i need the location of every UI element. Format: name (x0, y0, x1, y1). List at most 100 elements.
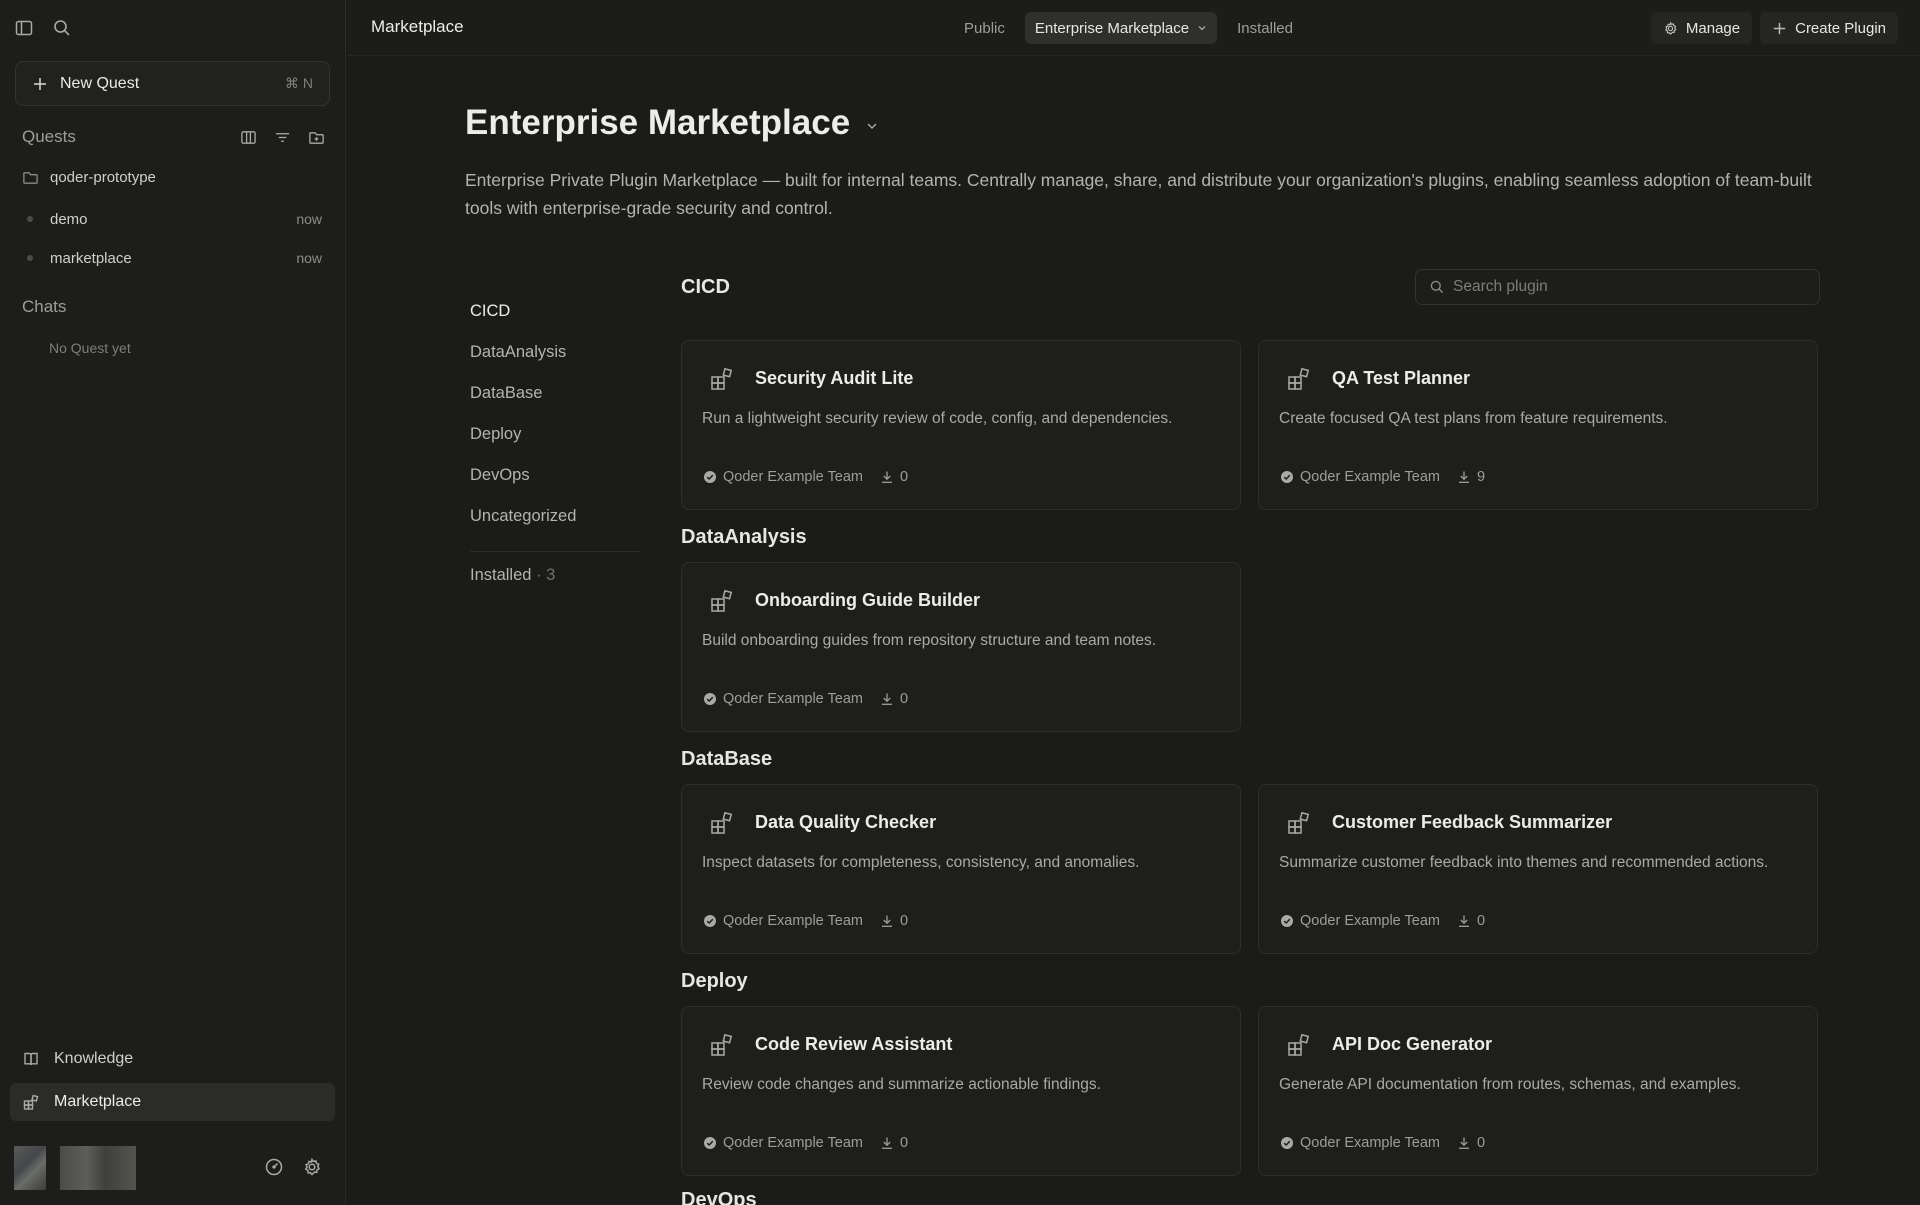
gear-icon[interactable] (300, 1155, 324, 1179)
user-name-blurred (60, 1146, 136, 1190)
plugin-description: Inspect datasets for completeness, consi… (702, 854, 1140, 871)
category-dataanalysis[interactable]: DataAnalysis (470, 332, 640, 373)
plugin-downloads: 9 (1476, 469, 1486, 485)
installed-count: · 3 (536, 566, 556, 584)
plugin-icon (1288, 811, 1310, 834)
plugin-description: Run a lightweight security review of cod… (702, 410, 1173, 427)
plugin-downloads: 0 (899, 913, 909, 929)
chevron-down-icon (867, 123, 877, 129)
tab-enterprise-marketplace[interactable]: Enterprise Marketplace (1024, 12, 1218, 44)
plugin-downloads: 0 (899, 1135, 909, 1151)
quests-heading: Quests (22, 127, 76, 146)
create-plugin-button[interactable]: Create Plugin (1760, 12, 1898, 44)
verified-badge-icon (704, 915, 716, 927)
section-heading-database: DataBase (681, 748, 773, 770)
app-window: New Quest ⌘ N Quests qoder-prototype dem… (0, 0, 1920, 1205)
plugin-card[interactable]: QA Test Planner Create focused QA test p… (1258, 340, 1818, 510)
toggle-sidebar-icon[interactable] (12, 16, 36, 40)
quest-item-demo[interactable]: demo now (22, 207, 322, 231)
plugin-card[interactable]: Security Audit Lite Run a lightweight se… (681, 340, 1241, 510)
category-uncategorized[interactable]: Uncategorized (470, 496, 640, 537)
plugin-icon (711, 589, 733, 612)
marketplace-tabs: Public Enterprise Marketplace Installed (954, 12, 1303, 44)
quest-folder-qoder-prototype[interactable]: qoder-prototype (22, 165, 322, 189)
download-icon (881, 471, 892, 483)
category-devops[interactable]: DevOps (470, 455, 640, 496)
search-plugin-field[interactable] (1415, 269, 1820, 305)
manage-button[interactable]: Manage (1650, 12, 1753, 44)
category-database[interactable]: DataBase (470, 373, 640, 414)
quest-label: demo (50, 210, 88, 228)
plugin-title: Data Quality Checker (755, 812, 937, 832)
main-content: Marketplace Public Enterprise Marketplac… (347, 0, 1920, 1205)
avatar[interactable] (14, 1146, 46, 1190)
speedometer-icon[interactable] (262, 1155, 286, 1179)
plugin-title: Security Audit Lite (755, 368, 914, 388)
manage-label: Manage (1685, 19, 1741, 37)
section-heading-dataanalysis: DataAnalysis (681, 526, 807, 548)
book-icon (24, 1052, 38, 1066)
plugin-downloads: 0 (899, 469, 909, 485)
search-icon (1430, 280, 1444, 294)
plugin-author: Qoder Example Team (723, 691, 863, 707)
category-deploy[interactable]: Deploy (470, 414, 640, 455)
plugin-author: Qoder Example Team (1300, 469, 1440, 485)
folder-icon (23, 171, 38, 184)
page-title[interactable]: Enterprise Marketplace (465, 103, 878, 143)
section-heading-devops: DevOps (681, 1189, 757, 1205)
plus-icon (34, 77, 46, 90)
plugin-card[interactable]: Code Review Assistant Review code change… (681, 1006, 1241, 1176)
new-quest-shortcut: ⌘ N (285, 75, 313, 91)
section-heading-deploy: Deploy (681, 970, 748, 992)
sidebar: New Quest ⌘ N Quests qoder-prototype dem… (0, 0, 346, 1205)
plugin-author: Qoder Example Team (723, 1135, 863, 1151)
verified-badge-icon (1281, 471, 1293, 483)
plugin-description: Review code changes and summarize action… (702, 1076, 1101, 1093)
new-quest-button[interactable]: New Quest ⌘ N (15, 61, 330, 106)
search-input[interactable] (1453, 278, 1793, 296)
plugin-title: Onboarding Guide Builder (755, 590, 980, 610)
new-quest-label: New Quest (60, 74, 140, 92)
plugin-card[interactable]: Customer Feedback Summarizer Summarize c… (1258, 784, 1818, 954)
grid-plugin-icon (23, 1094, 39, 1110)
quest-item-marketplace[interactable]: marketplace now (22, 246, 322, 270)
quest-label: qoder-prototype (50, 168, 156, 186)
tab-public[interactable]: Public (954, 12, 1015, 44)
plugin-downloads: 0 (1476, 1135, 1486, 1151)
plugin-card[interactable]: API Doc Generator Generate API documenta… (1258, 1006, 1818, 1176)
download-icon (1458, 471, 1469, 483)
gear-icon (1664, 20, 1677, 35)
verified-badge-icon (704, 693, 716, 705)
chats-empty-text: No Quest yet (49, 340, 131, 356)
filter-icon[interactable] (271, 126, 293, 148)
status-dot (27, 255, 33, 261)
sidebar-item-marketplace[interactable]: Marketplace (10, 1083, 335, 1121)
tab-installed[interactable]: Installed (1227, 12, 1303, 44)
create-plugin-label: Create Plugin (1795, 19, 1886, 37)
plugin-downloads: 0 (899, 691, 909, 707)
download-icon (881, 693, 892, 705)
page-title-text: Enterprise Marketplace (465, 103, 851, 142)
sidebar-item-knowledge[interactable]: Knowledge (10, 1040, 335, 1078)
category-installed[interactable]: Installed · 3 (470, 566, 640, 585)
plugin-card[interactable]: Onboarding Guide Builder Build onboardin… (681, 562, 1241, 732)
category-nav: CICD DataAnalysis DataBase Deploy DevOps… (470, 291, 640, 585)
category-cicd[interactable]: CICD (470, 291, 640, 332)
plugin-icon (711, 1033, 733, 1056)
plugin-author: Qoder Example Team (1300, 913, 1440, 929)
columns-icon[interactable] (237, 126, 259, 148)
plus-icon (1773, 22, 1786, 34)
chevron-down-icon (1198, 26, 1206, 31)
plugin-downloads: 0 (1476, 913, 1486, 929)
plugin-title: Code Review Assistant (755, 1034, 953, 1054)
new-folder-icon[interactable] (305, 126, 327, 148)
plugin-description: Summarize customer feedback into themes … (1279, 854, 1769, 871)
search-icon[interactable] (50, 16, 74, 40)
plugin-description: Create focused QA test plans from featur… (1279, 410, 1668, 427)
sidebar-item-label: Marketplace (54, 1093, 142, 1110)
plugin-title: Customer Feedback Summarizer (1332, 812, 1613, 832)
top-bar: Marketplace Public Enterprise Marketplac… (347, 0, 1920, 56)
verified-badge-icon (1281, 1137, 1293, 1149)
verified-badge-icon (704, 471, 716, 483)
plugin-card[interactable]: Data Quality Checker Inspect datasets fo… (681, 784, 1241, 954)
